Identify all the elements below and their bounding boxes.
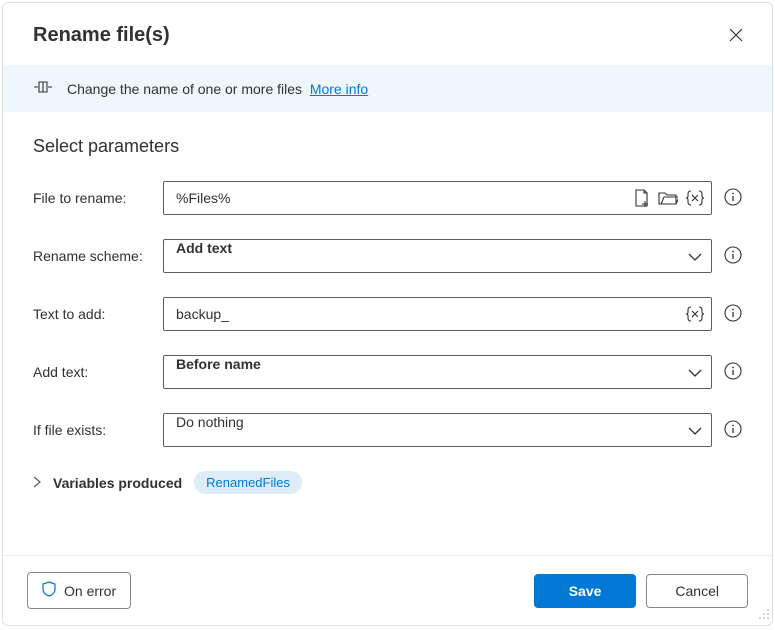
- variable-chip-renamed-files[interactable]: RenamedFiles: [194, 471, 302, 494]
- text-to-add-input[interactable]: [163, 297, 712, 331]
- info-icon[interactable]: [724, 362, 742, 383]
- dialog-content: Select parameters File to rename:: [3, 112, 772, 555]
- close-icon: [729, 28, 743, 42]
- file-to-rename-input[interactable]: [163, 181, 712, 215]
- dialog-title: Rename file(s): [33, 24, 170, 47]
- if-file-exists-select[interactable]: Do nothing: [163, 413, 712, 447]
- select-folder-icon[interactable]: [658, 190, 678, 206]
- row-add-text: Add text: Before name: [33, 355, 742, 389]
- info-banner: Change the name of one or more files Mor…: [3, 65, 772, 112]
- row-text-to-add: Text to add:: [33, 297, 742, 331]
- rename-scheme-select[interactable]: Add text: [163, 239, 712, 273]
- info-icon[interactable]: [724, 304, 742, 325]
- save-button[interactable]: Save: [534, 574, 637, 608]
- label-add-text: Add text:: [33, 364, 163, 380]
- dialog-footer: On error Save Cancel: [3, 555, 772, 625]
- more-info-link[interactable]: More info: [310, 81, 368, 97]
- chevron-right-icon: [33, 475, 41, 491]
- info-icon[interactable]: [724, 420, 742, 441]
- add-text-select[interactable]: Before name: [163, 355, 712, 389]
- row-rename-scheme: Rename scheme: Add text: [33, 239, 742, 273]
- variable-picker-icon[interactable]: [686, 190, 704, 206]
- label-rename-scheme: Rename scheme:: [33, 248, 163, 264]
- info-icon[interactable]: [724, 188, 742, 209]
- variables-produced-label: Variables produced: [53, 475, 182, 491]
- shield-icon: [42, 581, 56, 600]
- cancel-button[interactable]: Cancel: [646, 574, 748, 608]
- resize-grip-icon[interactable]: [758, 607, 770, 623]
- variables-produced-row[interactable]: Variables produced RenamedFiles: [33, 471, 742, 494]
- variable-picker-icon[interactable]: [686, 306, 704, 322]
- select-file-icon[interactable]: [634, 189, 650, 207]
- row-if-file-exists: If file exists: Do nothing: [33, 413, 742, 447]
- rename-action-icon: [33, 79, 53, 98]
- banner-text: Change the name of one or more files Mor…: [67, 81, 368, 97]
- rename-files-dialog: Rename file(s) Change the name of one or…: [2, 2, 773, 626]
- label-if-file-exists: If file exists:: [33, 422, 163, 438]
- label-file-to-rename: File to rename:: [33, 190, 163, 206]
- on-error-button[interactable]: On error: [27, 572, 131, 609]
- label-text-to-add: Text to add:: [33, 306, 163, 322]
- section-title: Select parameters: [33, 136, 742, 157]
- on-error-label: On error: [64, 583, 116, 599]
- info-icon[interactable]: [724, 246, 742, 267]
- banner-description: Change the name of one or more files: [67, 81, 302, 97]
- close-button[interactable]: [724, 23, 748, 47]
- dialog-header: Rename file(s): [3, 3, 772, 65]
- row-file-to-rename: File to rename:: [33, 181, 742, 215]
